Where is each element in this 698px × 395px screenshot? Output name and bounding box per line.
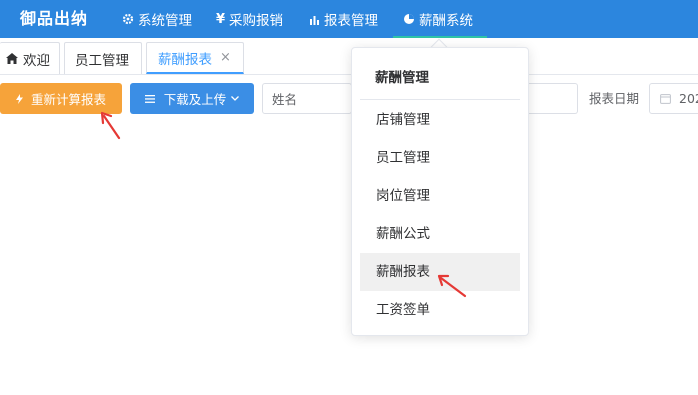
report-date-value: 202: [679, 91, 698, 106]
chevron-down-icon: [231, 96, 240, 101]
home-icon: [6, 53, 18, 64]
tab-employee-management[interactable]: 员工管理: [64, 42, 142, 74]
tab-label: 欢迎: [23, 52, 50, 69]
button-label: 下载及上传: [163, 92, 227, 107]
annotation-arrow-icon: [100, 111, 121, 140]
download-upload-button[interactable]: 下载及上传: [130, 83, 254, 114]
name-search-input-tail[interactable]: [528, 83, 578, 114]
tab-payroll-report[interactable]: 薪酬报表 ×: [146, 42, 244, 74]
calendar-icon: [660, 93, 671, 104]
tab-welcome[interactable]: 欢迎: [0, 42, 60, 74]
menu-item-position-management[interactable]: 岗位管理: [360, 177, 520, 215]
report-date-picker[interactable]: 202: [649, 83, 698, 114]
dropdown-divider: [360, 99, 520, 100]
menu-item-employee-management[interactable]: 员工管理: [360, 139, 520, 177]
app-title: 御品出纳: [20, 9, 89, 28]
nav-item-purchase[interactable]: ¥ 采购报销: [216, 0, 283, 38]
tab-divider: [0, 74, 698, 75]
name-search-input[interactable]: 姓名: [262, 83, 352, 114]
tab-bar: 欢迎 员工管理 薪酬报表 ×: [0, 38, 698, 74]
yen-icon: ¥: [216, 11, 226, 27]
tab-label: 员工管理: [75, 52, 129, 69]
tab-label: 薪酬报表: [158, 51, 212, 68]
bar-chart-icon: [309, 14, 320, 25]
menu-lines-icon: [144, 94, 155, 103]
nav-item-payroll[interactable]: 薪酬系统: [403, 0, 473, 38]
pie-chart-icon: [403, 13, 415, 25]
nav-label: 采购报销: [229, 13, 284, 29]
nav-item-reports[interactable]: 报表管理: [309, 0, 378, 38]
top-navbar: 御品出纳 系统管理 ¥ 采购报销 报表管理 薪酬系统: [0, 0, 698, 38]
nav-label: 报表管理: [324, 13, 378, 29]
dropdown-title: 薪酬管理: [375, 70, 429, 86]
button-label: 重新计算报表: [30, 92, 106, 107]
nav-label: 系统管理: [138, 13, 192, 29]
report-date-label: 报表日期: [589, 91, 640, 106]
gear-icon: [122, 13, 134, 25]
nav-item-system[interactable]: 系统管理: [122, 0, 192, 38]
close-icon[interactable]: ×: [220, 50, 231, 65]
menu-item-payroll-formula[interactable]: 薪酬公式: [360, 215, 520, 253]
menu-item-store-management[interactable]: 店铺管理: [360, 101, 520, 139]
nav-label: 薪酬系统: [419, 13, 473, 29]
name-placeholder: 姓名: [272, 92, 298, 107]
lightning-icon: [15, 93, 23, 104]
annotation-arrow-icon: [437, 274, 467, 298]
